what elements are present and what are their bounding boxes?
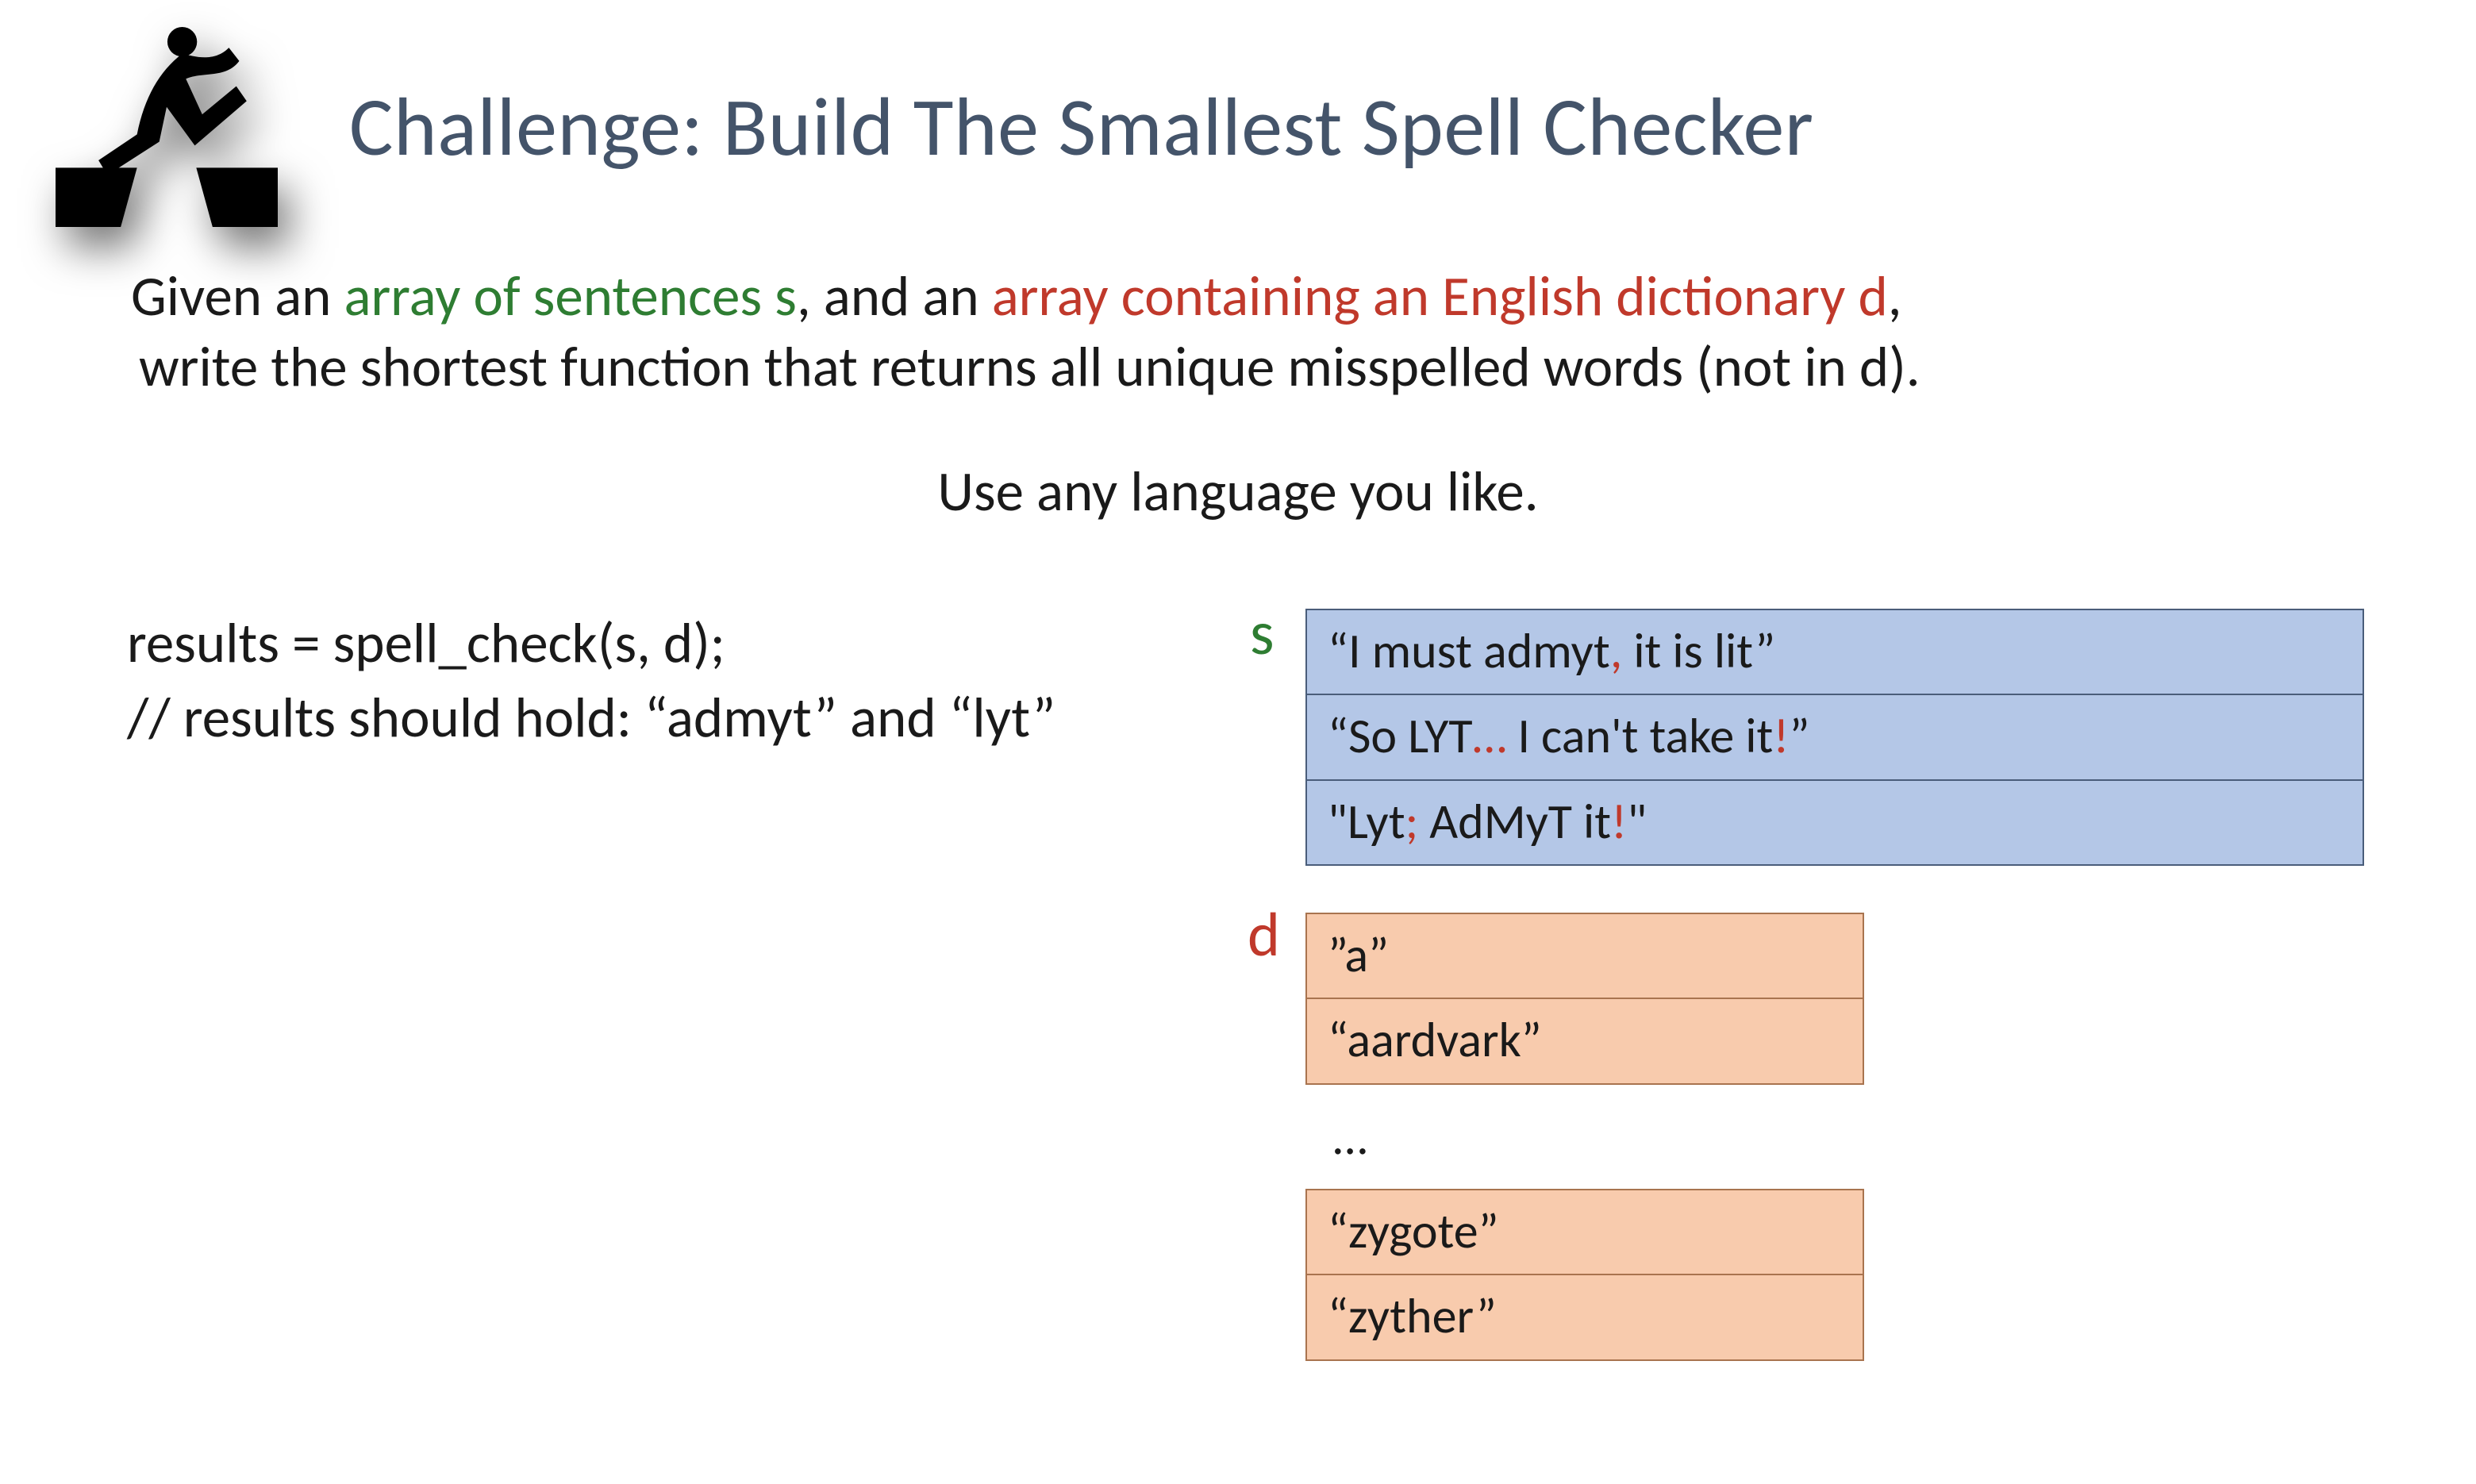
- s-row: “I must admyt, it is lit”: [1307, 610, 2363, 695]
- text: “I must admyt: [1328, 621, 1610, 681]
- prompt-post: ,: [1888, 262, 1902, 331]
- punct: …: [1473, 705, 1507, 766]
- prompt-mid: , and an: [797, 262, 992, 331]
- slide-title: Challenge: Build The Smallest Spell Chec…: [349, 83, 1814, 170]
- punct: ,: [1610, 621, 1622, 681]
- d-label: d: [1248, 897, 1280, 972]
- slide: Challenge: Build The Smallest Spell Chec…: [0, 0, 2476, 1484]
- challenge-icon: [56, 24, 278, 230]
- header: Challenge: Build The Smallest Spell Chec…: [56, 24, 2428, 230]
- punct: !: [1611, 791, 1627, 852]
- s-label: s: [1250, 595, 1275, 671]
- code-block: results = spell_check(s, d); // results …: [127, 606, 1055, 755]
- code-line-2: // results should hold: “admyt” and “lyt…: [127, 681, 1055, 755]
- text: ": [1627, 791, 1647, 852]
- d-row: “zygote”: [1307, 1190, 1863, 1275]
- prompt-line2: write the shortest function that returns…: [139, 333, 2381, 403]
- d-array-bottom: “zygote” “zyther”: [1305, 1189, 1864, 1361]
- subprompt: Use any language you like.: [0, 457, 2476, 526]
- punct: ;: [1405, 791, 1419, 852]
- text: it is lit”: [1622, 621, 1775, 681]
- code-line-1: results = spell_check(s, d);: [127, 606, 1055, 681]
- prompt-red: array containing an English dictionary d: [992, 262, 1888, 331]
- prompt-pre: Given an: [131, 262, 344, 331]
- text: AdMyT it: [1418, 791, 1611, 852]
- punct: !: [1773, 705, 1789, 766]
- s-row: “So LYT… I can't take it!”: [1307, 695, 2363, 780]
- prompt-green: array of sentences s: [344, 262, 797, 331]
- text: I can't take it: [1506, 705, 1773, 766]
- text: "Lyt: [1328, 791, 1405, 852]
- d-row: ”a”: [1307, 914, 1863, 999]
- s-row: "Lyt; AdMyT it!": [1307, 781, 2363, 864]
- prompt-text: Given an array of sentences s, and an ar…: [131, 262, 2381, 403]
- d-array-top: ”a” “aardvark”: [1305, 913, 1864, 1085]
- text: “So LYT: [1328, 705, 1473, 766]
- d-ellipsis: …: [1333, 1107, 1367, 1167]
- d-row: “zyther”: [1307, 1275, 1863, 1359]
- text: ”: [1789, 705, 1809, 766]
- s-array: “I must admyt, it is lit” “So LYT… I can…: [1305, 609, 2364, 866]
- d-row: “aardvark”: [1307, 999, 1863, 1082]
